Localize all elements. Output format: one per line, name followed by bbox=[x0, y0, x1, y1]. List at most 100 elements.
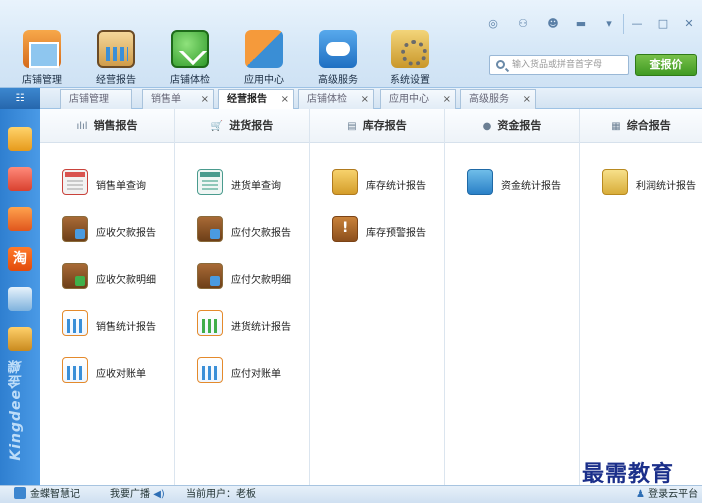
toolbar-system-settings[interactable]: 系统设置 bbox=[380, 30, 440, 86]
report-clipboard-icon bbox=[97, 30, 135, 68]
wallet-icon bbox=[197, 263, 223, 289]
tab-bar: ☷ 店铺管理 销售单 × 经营报告 × 店铺体检 × 应用中心 × 高级服务 × bbox=[0, 88, 702, 110]
maximize-button[interactable]: □ bbox=[650, 14, 676, 34]
grid-icon: ▦ bbox=[611, 121, 621, 132]
general-report-column: ▦ 综合报告 利润统计报告 bbox=[580, 109, 702, 485]
report-item-label: 进货统计报告 bbox=[231, 322, 291, 333]
toolbar-label: 经营报告 bbox=[96, 75, 136, 86]
skin-icon[interactable]: ◎ bbox=[480, 14, 506, 34]
taobao-icon[interactable]: 淘 bbox=[8, 247, 32, 271]
calendar-icon[interactable] bbox=[8, 167, 32, 191]
sales-order-icon bbox=[62, 169, 88, 195]
sales-report-column: ılıl 销售报告 销售单查询 应收欠款报告 应收欠款明细 销售统计报告 应收对账… bbox=[40, 109, 175, 485]
column-header: ılıl 销售报告 bbox=[40, 109, 174, 143]
tab-sales-order[interactable]: 销售单 × bbox=[142, 89, 214, 109]
statistics-icon bbox=[62, 310, 88, 336]
tab-business-report[interactable]: 经营报告 × bbox=[218, 89, 294, 110]
check-price-button[interactable]: 查报价 bbox=[635, 54, 697, 76]
column-header: ● 资金报告 bbox=[445, 109, 579, 143]
column-title: 综合报告 bbox=[626, 119, 671, 132]
fund-stats-icon bbox=[467, 169, 493, 195]
close-icon[interactable]: × bbox=[281, 90, 289, 109]
wallet-icon bbox=[197, 216, 223, 242]
watermark: 最需教育 bbox=[582, 461, 675, 487]
report-item[interactable]: 销售统计报告 bbox=[62, 310, 174, 340]
grid-menu-icon[interactable]: ☷ bbox=[0, 88, 40, 109]
report-item[interactable]: 销售单查询 bbox=[62, 169, 174, 199]
fund-icon: ● bbox=[482, 121, 492, 132]
menu-dropdown-icon[interactable]: ▾ bbox=[596, 14, 622, 34]
mail-icon[interactable]: ▬ bbox=[568, 14, 594, 34]
cart-icon: 🛒 bbox=[210, 121, 224, 132]
minimize-button[interactable]: — bbox=[624, 14, 650, 34]
tab-label: 应用中心 bbox=[389, 94, 429, 105]
toolbar-advanced-service[interactable]: 高级服务 bbox=[308, 30, 368, 86]
bar-chart-icon: ılıl bbox=[76, 121, 88, 132]
toolbar-app-center[interactable]: 应用中心 bbox=[234, 30, 294, 86]
reconciliation-icon bbox=[197, 357, 223, 383]
login-cloud-link[interactable]: ♟ 登录云平台 bbox=[636, 486, 698, 503]
chat-icon[interactable]: ☻ bbox=[540, 14, 566, 34]
report-item[interactable]: 利润统计报告 bbox=[602, 169, 702, 199]
speaker-icon: ◀) bbox=[153, 489, 165, 500]
column-title: 销售报告 bbox=[93, 119, 138, 132]
column-header: ▤ 库存报告 bbox=[310, 109, 444, 143]
tab-store-checkup[interactable]: 店铺体检 × bbox=[298, 89, 374, 109]
box-icon[interactable] bbox=[8, 127, 32, 151]
fund-report-column: ● 资金报告 资金统计报告 bbox=[445, 109, 580, 485]
column-header: ▦ 综合报告 bbox=[580, 109, 702, 143]
report-item[interactable]: 资金统计报告 bbox=[467, 169, 579, 199]
report-item[interactable]: 应收欠款明细 bbox=[62, 263, 174, 293]
report-item-label: 应付欠款明细 bbox=[231, 275, 291, 286]
warning-icon bbox=[332, 216, 358, 242]
user-icon: ♟ bbox=[636, 489, 645, 500]
report-item-label: 库存统计报告 bbox=[366, 181, 426, 192]
toolbar-label: 高级服务 bbox=[318, 75, 358, 86]
report-item-label: 应收对账单 bbox=[96, 369, 146, 380]
toolbar-business-report[interactable]: 经营报告 bbox=[86, 30, 146, 86]
search-input[interactable]: 输入货品或拼音首字母 bbox=[489, 55, 629, 75]
report-item[interactable]: 库存统计报告 bbox=[332, 169, 444, 199]
inventory-report-column: ▤ 库存报告 库存统计报告 库存预警报告 bbox=[310, 109, 445, 485]
report-item[interactable]: 应付欠款报告 bbox=[197, 216, 309, 246]
inventory-stats-icon bbox=[332, 169, 358, 195]
notebook-icon[interactable] bbox=[8, 327, 32, 351]
purchase-report-column: 🛒 进货报告 进货单查询 应付欠款报告 应付欠款明细 进货统计报告 应付对账单 bbox=[175, 109, 310, 485]
broadcast-text: 我要广播 bbox=[110, 489, 150, 500]
report-item[interactable]: 应收欠款报告 bbox=[62, 216, 174, 246]
report-item[interactable]: 应付对账单 bbox=[197, 357, 309, 387]
toolbar-store-checkup[interactable]: 店铺体检 bbox=[160, 30, 220, 86]
broadcast-link[interactable]: 我要广播 ◀) bbox=[110, 486, 165, 503]
top-toolbar: 店铺管理 经营报告 店铺体检 应用中心 高级服务 系统设置 ◎ ⚇ ☻ ▬ ▾ … bbox=[0, 0, 702, 88]
tab-advanced-service[interactable]: 高级服务 × bbox=[460, 89, 536, 109]
windows-icon[interactable] bbox=[8, 287, 32, 311]
close-icon[interactable]: × bbox=[361, 90, 369, 109]
close-icon[interactable]: × bbox=[523, 90, 531, 109]
checkmark-circle-icon bbox=[171, 30, 209, 68]
column-title: 库存报告 bbox=[362, 119, 407, 132]
tab-store-management[interactable]: 店铺管理 bbox=[60, 89, 132, 109]
search-placeholder: 输入货品或拼音首字母 bbox=[512, 60, 603, 70]
report-item[interactable]: 库存预警报告 bbox=[332, 216, 444, 246]
purchase-order-icon bbox=[197, 169, 223, 195]
users-icon[interactable]: ⚇ bbox=[510, 14, 536, 34]
close-icon[interactable]: × bbox=[443, 90, 451, 109]
wallet-icon bbox=[62, 263, 88, 289]
app-name: 金蝶智慧记 bbox=[14, 486, 80, 503]
close-icon[interactable]: × bbox=[201, 90, 209, 109]
tab-label: 销售单 bbox=[151, 94, 181, 105]
app-center-icon bbox=[245, 30, 283, 68]
tab-app-center[interactable]: 应用中心 × bbox=[380, 89, 456, 109]
close-button[interactable]: ✕ bbox=[676, 14, 702, 34]
report-item[interactable]: 进货单查询 bbox=[197, 169, 309, 199]
report-item-label: 资金统计报告 bbox=[501, 181, 561, 192]
toolbar-label: 店铺体检 bbox=[170, 75, 210, 86]
report-item[interactable]: 进货统计报告 bbox=[197, 310, 309, 340]
shopping-icon[interactable] bbox=[8, 207, 32, 231]
report-item-label: 应收欠款明细 bbox=[96, 275, 156, 286]
brand-logo: Kingdee金蝶 bbox=[8, 359, 24, 461]
report-item[interactable]: 应付欠款明细 bbox=[197, 263, 309, 293]
toolbar-store-management[interactable]: 店铺管理 bbox=[12, 30, 72, 86]
inventory-icon: ▤ bbox=[347, 121, 357, 132]
report-item[interactable]: 应收对账单 bbox=[62, 357, 174, 387]
